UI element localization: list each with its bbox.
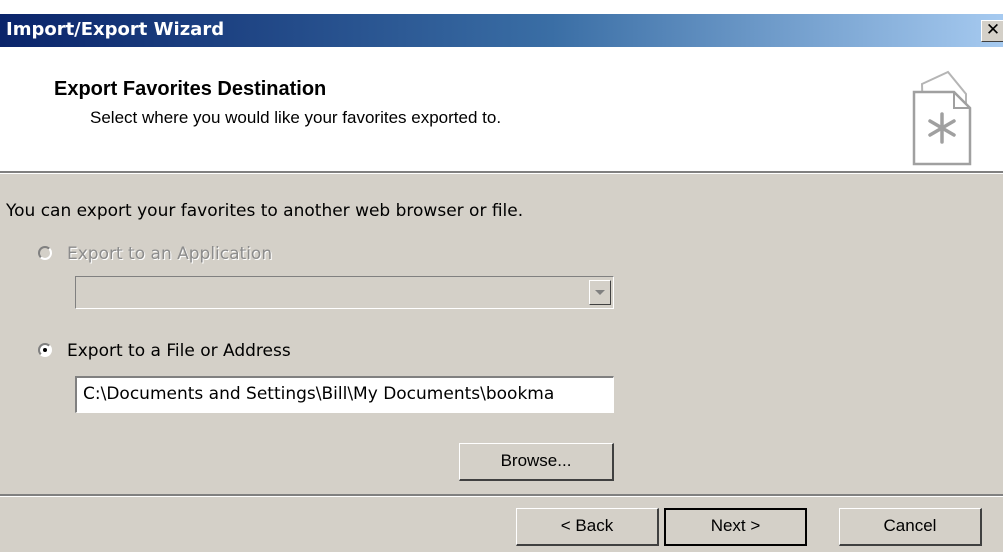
close-button[interactable]: ✕ (981, 20, 1003, 42)
export-to-file-label: Export to a File or Address (67, 341, 291, 361)
application-dropdown[interactable] (75, 276, 614, 309)
export-to-file-radio[interactable] (38, 343, 52, 357)
dropdown-arrow-icon[interactable] (589, 280, 611, 305)
intro-text: You can export your favorites to another… (6, 201, 524, 221)
wizard-header: Export Favorites Destination Select wher… (0, 47, 1003, 171)
file-path-input[interactable]: C:\Documents and Settings\Bill\My Docume… (75, 376, 614, 413)
window-title: Import/Export Wizard (6, 19, 225, 40)
wizard-body: You can export your favorites to another… (0, 174, 1003, 494)
export-to-application-label: Export to an Application (67, 244, 273, 264)
page-subtitle: Select where you would like your favorit… (90, 108, 502, 127)
next-button[interactable]: Next > (664, 508, 807, 546)
import-export-wizard-dialog: Import/Export Wizard ✕ Export Favorites … (0, 0, 1003, 552)
browse-button[interactable]: Browse... (459, 443, 614, 481)
close-icon: ✕ (985, 20, 1001, 40)
back-button[interactable]: < Back (516, 508, 659, 546)
wizard-footer: < Back Next > Cancel (0, 497, 1003, 552)
title-bar[interactable]: Import/Export Wizard (0, 14, 1003, 47)
favorites-document-icon (912, 70, 972, 166)
page-title: Export Favorites Destination (54, 78, 327, 100)
export-to-application-radio[interactable] (38, 246, 52, 260)
cancel-button[interactable]: Cancel (839, 508, 982, 546)
